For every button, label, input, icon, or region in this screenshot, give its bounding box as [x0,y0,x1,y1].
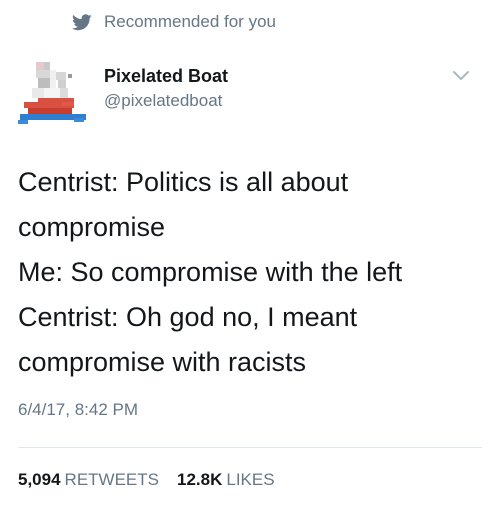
recommended-label: Recommended for you [104,12,276,31]
tweet-line: compromise with racists [18,347,307,377]
retweets-count: 5,094 [18,470,61,489]
tweet-line: Centrist: Oh god no, I meant [18,302,358,332]
likes-stat[interactable]: 12.8K LIKES [177,470,275,490]
twitter-bird-icon [72,13,92,30]
retweets-stat[interactable]: 5,094 RETWEETS [18,470,159,490]
likes-label: LIKES [226,470,275,489]
tweet-author: Pixelated Boat @pixelatedboat [104,64,228,112]
tweet-line: Me: So compromise with the left [18,257,403,287]
pixel-boat-avatar[interactable] [18,56,90,128]
recommended-context: Recommended for you [72,10,276,34]
retweets-label: RETWEETS [64,470,159,489]
tweet-text: Centrist: Politics is all about compromi… [18,160,488,385]
author-display-name[interactable]: Pixelated Boat [104,64,228,88]
tweet-timestamp[interactable]: 6/4/17, 8:42 PM [18,400,138,420]
likes-count: 12.8K [177,470,223,489]
tweet-line: compromise [18,212,166,242]
tweet-line: Centrist: Politics is all about [18,167,349,197]
author-handle[interactable]: @pixelatedboat [104,90,228,112]
chevron-down-icon[interactable] [452,70,470,82]
divider [18,447,482,448]
tweet-stats: 5,094 RETWEETS 12.8K LIKES [18,470,275,490]
